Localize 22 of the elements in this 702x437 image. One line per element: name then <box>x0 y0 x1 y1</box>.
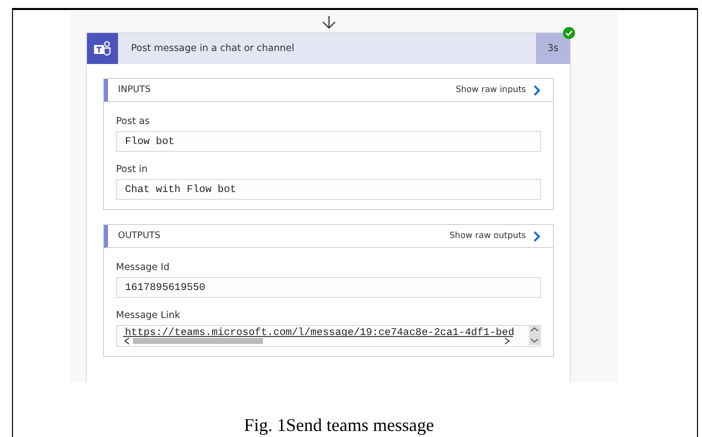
chevron-right-icon[interactable] <box>533 84 541 96</box>
show-raw-link[interactable]: Show raw inputs <box>456 85 526 95</box>
vertical-scrollbar[interactable] <box>529 326 540 345</box>
horizontal-scrollbar[interactable] <box>123 336 513 345</box>
chevron-right-icon[interactable] <box>533 230 541 242</box>
field-label: Post as <box>116 116 150 127</box>
action-title: Post message in a chat or channel <box>130 42 296 56</box>
field-label: Post in <box>116 164 148 175</box>
value-field[interactable]: Flow bot <box>116 131 541 152</box>
section-title: OUTPUTS <box>118 231 160 241</box>
down-arrow-icon <box>322 16 336 29</box>
value-field[interactable]: 1617895619550 <box>116 277 541 298</box>
duration-label: 3s <box>536 33 570 64</box>
field-label: Message Id <box>116 262 170 273</box>
value-field[interactable]: https://teams.microsoft.com/l/message/19:ce74ac8e-2ca1-4df1-bed <box>116 325 541 347</box>
people-icon <box>92 40 112 56</box>
section-title: INPUTS <box>118 85 151 95</box>
field-label: Message Link <box>116 310 180 321</box>
value-field[interactable]: Chat with Flow bot <box>116 179 541 200</box>
figure-caption: Fig. 1Send teams message <box>244 415 434 436</box>
show-raw-link[interactable]: Show raw outputs <box>450 231 526 241</box>
action-header[interactable]: Post message in a chat or channel 3s <box>87 33 570 64</box>
